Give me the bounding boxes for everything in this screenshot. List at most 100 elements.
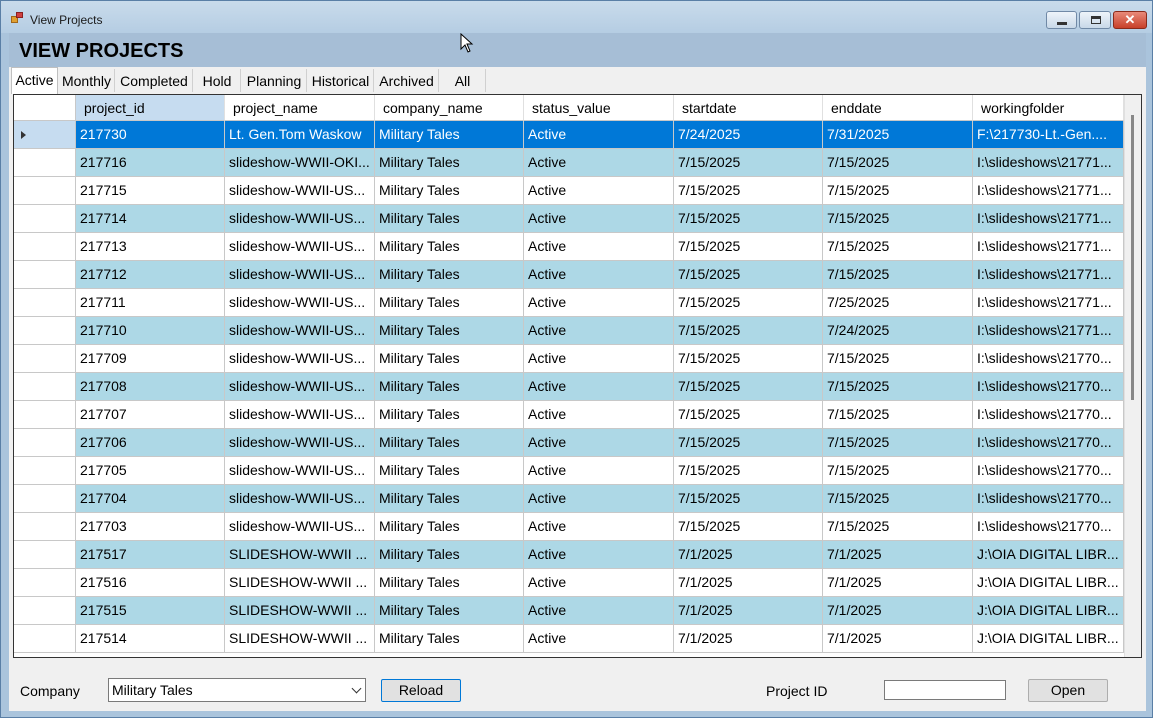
col-workingfolder-cell[interactable]: I:\slideshows\21771... [973,177,1124,205]
col-startdate-cell[interactable]: 7/15/2025 [674,317,823,345]
projects-grid[interactable]: project_id project_name company_name status… [13,94,1142,658]
col-startdate-cell[interactable]: 7/1/2025 [674,569,823,597]
row-header[interactable] [14,149,76,177]
col-workingfolder-cell[interactable]: I:\slideshows\21770... [973,373,1124,401]
col-startdate-cell[interactable]: 7/15/2025 [674,177,823,205]
col-project-id-cell[interactable]: 217710 [76,317,225,345]
col-project-name-cell[interactable]: slideshow-WWII-US... [225,373,375,401]
col-company-name-cell[interactable]: Military Tales [375,205,524,233]
col-company-name-cell[interactable]: Military Tales [375,541,524,569]
col-project-id-cell[interactable]: 217714 [76,205,225,233]
col-workingfolder-cell[interactable]: J:\OIA DIGITAL LIBR... [973,541,1124,569]
col-project-name-cell[interactable]: Lt. Gen.Tom Waskow [225,121,375,149]
col-startdate-cell[interactable]: 7/15/2025 [674,401,823,429]
row-header[interactable] [14,289,76,317]
col-company-name-cell[interactable]: Military Tales [375,373,524,401]
col-company-name-cell[interactable]: Military Tales [375,429,524,457]
col-status-value-cell[interactable]: Active [524,261,674,289]
col-status-value-cell[interactable]: Active [524,121,674,149]
table-row[interactable]: 217515 SLIDESHOW-WWII ... Military Tales Ac… [14,597,1124,625]
col-status-value-cell[interactable]: Active [524,597,674,625]
col-startdate-cell[interactable]: 7/15/2025 [674,485,823,513]
row-header[interactable] [14,457,76,485]
col-enddate-cell[interactable]: 7/15/2025 [823,457,973,485]
col-company-name-cell[interactable]: Military Tales [375,177,524,205]
col-project-id-cell[interactable]: 217713 [76,233,225,261]
col-project-id-cell[interactable]: 217730 [76,121,225,149]
tab-active[interactable]: Active [11,67,58,94]
col-project-id-cell[interactable]: 217709 [76,345,225,373]
row-header[interactable] [14,401,76,429]
col-enddate-header[interactable]: enddate [823,95,973,121]
table-row[interactable]: 217710 slideshow-WWII-US... Military Tales… [14,317,1124,345]
col-enddate-cell[interactable]: 7/15/2025 [823,261,973,289]
col-workingfolder-cell[interactable]: I:\slideshows\21771... [973,289,1124,317]
row-header[interactable] [14,485,76,513]
chevron-down-icon[interactable] [351,683,362,694]
col-project-name-cell[interactable]: slideshow-WWII-US... [225,429,375,457]
col-status-value-cell[interactable]: Active [524,289,674,317]
row-header[interactable] [14,261,76,289]
col-project-id-cell[interactable]: 217707 [76,401,225,429]
grid-corner-header[interactable] [14,95,76,121]
col-enddate-cell[interactable]: 7/1/2025 [823,569,973,597]
col-project-name-cell[interactable]: slideshow-WWII-US... [225,401,375,429]
col-company-name-cell[interactable]: Military Tales [375,597,524,625]
col-startdate-cell[interactable]: 7/1/2025 [674,597,823,625]
col-project-name-cell[interactable]: slideshow-WWII-US... [225,345,375,373]
col-enddate-cell[interactable]: 7/15/2025 [823,233,973,261]
col-startdate-cell[interactable]: 7/15/2025 [674,513,823,541]
col-workingfolder-cell[interactable]: F:\217730-Lt.-Gen.... [973,121,1124,149]
col-workingfolder-cell[interactable]: J:\OIA DIGITAL LIBR... [973,569,1124,597]
col-startdate-header[interactable]: startdate [674,95,823,121]
col-project-id-cell[interactable]: 217517 [76,541,225,569]
col-workingfolder-cell[interactable]: I:\slideshows\21771... [973,317,1124,345]
tab-all[interactable]: All [440,69,486,92]
row-header[interactable] [14,233,76,261]
col-project-name-cell[interactable]: slideshow-WWII-US... [225,233,375,261]
col-project-name-cell[interactable]: SLIDESHOW-WWII ... [225,541,375,569]
col-status-value-cell[interactable]: Active [524,429,674,457]
row-header[interactable] [14,569,76,597]
row-header[interactable] [14,345,76,373]
col-enddate-cell[interactable]: 7/15/2025 [823,373,973,401]
col-project-name-cell[interactable]: slideshow-WWII-US... [225,457,375,485]
col-company-name-cell[interactable]: Military Tales [375,317,524,345]
col-project-name-cell[interactable]: slideshow-WWII-OKI... [225,149,375,177]
row-header[interactable] [14,177,76,205]
row-header[interactable] [14,373,76,401]
col-startdate-cell[interactable]: 7/15/2025 [674,233,823,261]
col-project-id-cell[interactable]: 217715 [76,177,225,205]
col-project-name-cell[interactable]: slideshow-WWII-US... [225,261,375,289]
col-company-name-cell[interactable]: Military Tales [375,121,524,149]
col-project-id-cell[interactable]: 217514 [76,625,225,653]
table-row[interactable]: 217716 slideshow-WWII-OKI... Military Tale… [14,149,1124,177]
col-startdate-cell[interactable]: 7/15/2025 [674,457,823,485]
row-header[interactable] [14,513,76,541]
col-company-name-cell[interactable]: Military Tales [375,289,524,317]
col-project-name-cell[interactable]: slideshow-WWII-US... [225,177,375,205]
project-id-input[interactable] [884,680,1006,700]
col-enddate-cell[interactable]: 7/15/2025 [823,205,973,233]
col-workingfolder-header[interactable]: workingfolder [973,95,1124,121]
table-row[interactable]: 217516 SLIDESHOW-WWII ... Military Tales Ac… [14,569,1124,597]
table-row[interactable]: 217703 slideshow-WWII-US... Military Tales… [14,513,1124,541]
col-status-value-cell[interactable]: Active [524,149,674,177]
col-company-name-cell[interactable]: Military Tales [375,569,524,597]
col-enddate-cell[interactable]: 7/1/2025 [823,541,973,569]
col-project-name-cell[interactable]: SLIDESHOW-WWII ... [225,569,375,597]
col-project-id-header[interactable]: project_id [76,95,225,121]
col-company-name-cell[interactable]: Military Tales [375,261,524,289]
col-enddate-cell[interactable]: 7/1/2025 [823,597,973,625]
vertical-scrollbar[interactable] [1124,95,1141,657]
col-status-value-cell[interactable]: Active [524,177,674,205]
col-workingfolder-cell[interactable]: I:\slideshows\21771... [973,261,1124,289]
row-header[interactable] [14,121,76,149]
col-project-id-cell[interactable]: 217704 [76,485,225,513]
table-row[interactable]: 217714 slideshow-WWII-US... Military Tales… [14,205,1124,233]
col-startdate-cell[interactable]: 7/24/2025 [674,121,823,149]
col-project-name-cell[interactable]: slideshow-WWII-US... [225,485,375,513]
table-row[interactable]: 217706 slideshow-WWII-US... Military Tales… [14,429,1124,457]
table-row[interactable]: 217709 slideshow-WWII-US... Military Tales… [14,345,1124,373]
col-project-name-cell[interactable]: slideshow-WWII-US... [225,513,375,541]
